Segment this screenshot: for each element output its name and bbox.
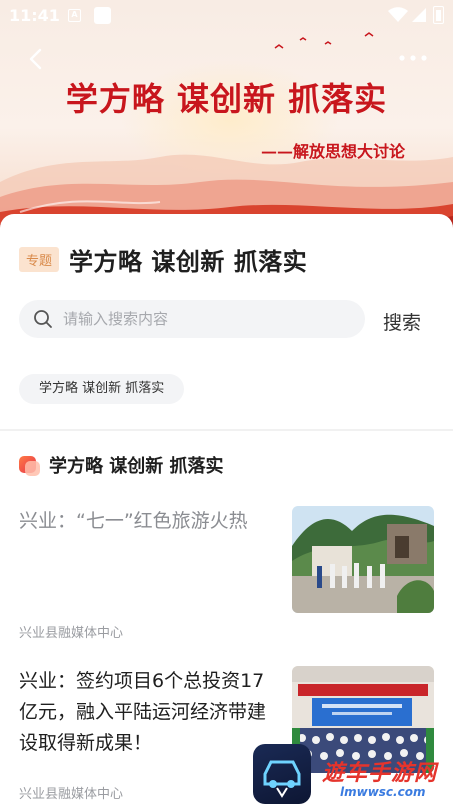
topic-tag: 专题 [19,246,60,272]
news-title[interactable]: 兴业：“七一”红色旅游火热 [19,506,277,537]
search-input[interactable] [63,300,353,338]
battery-icon [433,6,444,24]
status-time: 11:41 [9,6,60,25]
signal-icon [412,8,426,22]
news-source: 兴业县融媒体中心 [19,787,124,802]
car-icon [263,760,301,798]
search-icon [34,310,52,328]
section-badge-icon [19,454,41,476]
watermark-url: lmwwsc.com [340,785,426,799]
banner-headline: 学方略 谋创新 抓落实 [65,80,388,118]
news-item[interactable]: 兴业：“七一”红色旅游火热 兴业县融媒体中心 [19,506,434,646]
search-bar[interactable] [19,300,365,338]
notification-app-icon: A [68,9,81,22]
app-logo-icon [253,744,311,804]
search-button[interactable]: 搜索 [383,308,421,335]
section-divider [0,429,453,431]
topic-banner: 11:41 A 学方略 谋创新 抓落实 ——解放思想大讨论 [0,0,453,232]
birds-decoration [274,32,374,49]
back-arrow-icon[interactable] [22,44,52,74]
filter-chip[interactable]: 学方略 谋创新 抓落实 [19,374,185,404]
status-bar: 11:41 A [0,0,453,32]
page-title: 学方略 谋创新 抓落实 [69,247,308,276]
content-sheet: 专题 学方略 谋创新 抓落实 搜索 学方略 谋创新 抓落实 学方略 谋创新 抓落… [0,214,453,807]
more-options-icon[interactable] [397,50,429,66]
watermark-text: 遊车手游网 [322,761,438,786]
topic-header: 专题 学方略 谋创新 抓落实 [19,242,307,276]
section-header: 学方略 谋创新 抓落实 [19,452,224,478]
wifi-icon [388,7,408,22]
section-title: 学方略 谋创新 抓落实 [49,456,224,477]
banner-subtitle: ——解放思想大讨论 [260,142,405,161]
news-title[interactable]: 兴业：签约项目6个总投资17亿元，融入平陆运河经济带建设取得新成果！ [19,666,277,759]
notification-square-icon [94,7,111,24]
news-thumbnail-image[interactable] [292,506,434,613]
news-source: 兴业县融媒体中心 [19,626,124,641]
